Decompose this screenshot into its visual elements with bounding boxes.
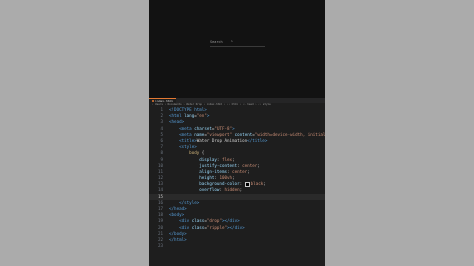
code-token: "en": [196, 113, 207, 119]
code-token: ></div>: [221, 218, 240, 224]
code-token: 100vh: [219, 175, 233, 181]
code-line[interactable]: 23: [149, 243, 325, 249]
code-token: ;: [232, 175, 235, 181]
code-token: black: [250, 181, 264, 187]
code-token: <div: [179, 218, 192, 224]
code-token: class: [191, 218, 205, 224]
code-token: <style>: [179, 144, 197, 150]
html-file-icon: [152, 100, 154, 102]
code-token: flex: [221, 156, 233, 162]
code-token: center: [242, 162, 258, 168]
code-token: <head>: [169, 119, 185, 125]
code-token: lang: [184, 113, 195, 119]
code-token: "UTF-8": [214, 125, 233, 131]
code-token: >: [206, 113, 210, 119]
code-token: body: [189, 150, 200, 156]
code-token: </body>: [169, 230, 187, 236]
code-token: </head>: [169, 206, 187, 211]
code-token: height: [199, 175, 215, 181]
code-token: </title>: [247, 137, 268, 143]
code-token: <title>: [179, 137, 197, 143]
code-token: {: [199, 150, 205, 156]
code-token: Water Drop Animation: [196, 137, 248, 143]
code-token: "width=device-width, initial: [254, 131, 325, 137]
code-token: <!DOCTYPE html>: [169, 107, 207, 112]
code-token: display: [199, 156, 217, 162]
code-token: charset: [194, 125, 212, 131]
code-token: "viewport": [206, 131, 233, 137]
code-token: ;: [232, 156, 235, 162]
code-token: background-color: [199, 181, 240, 187]
code-token: "drop": [206, 218, 222, 224]
mouse-cursor-icon: ⌃: [230, 40, 233, 44]
color-swatch-icon[interactable]: [244, 181, 250, 187]
phone-recording-frame: Search ⌃ index.html ‹ Users › Documents …: [149, 0, 325, 266]
code-token: name: [194, 131, 205, 137]
code-token: ></div>: [227, 224, 245, 230]
code-token: <div: [179, 224, 192, 230]
code-token: </html>: [169, 236, 187, 242]
code-token: class: [191, 224, 205, 230]
code-token: <meta: [179, 131, 195, 137]
code-token: ;: [257, 162, 260, 168]
line-number: 23: [157, 243, 163, 249]
search-label: Search: [210, 40, 223, 44]
search-input[interactable]: Search ⌃: [210, 38, 265, 47]
code-token: justify-content: [199, 162, 238, 168]
code-token: </style>: [179, 199, 200, 205]
code-editor[interactable]: 1 <!DOCTYPE html> 2 <html lang="en"> 3 <head>…: [149, 107, 325, 266]
code-token: "ripple": [206, 224, 228, 230]
browser-preview-area: Search ⌃: [149, 0, 325, 98]
code-token: center: [232, 168, 248, 174]
code-token: <body>: [169, 212, 185, 218]
code-token: hidden: [224, 187, 240, 193]
code-token: overflow: [199, 187, 220, 193]
code-token: ;: [239, 187, 243, 193]
code-token: <meta: [179, 125, 195, 131]
code-token: >: [232, 125, 235, 131]
code-token: content: [234, 131, 253, 137]
code-token: align-items: [199, 168, 227, 174]
code-token: ;: [247, 168, 250, 174]
code-token: <html: [169, 113, 185, 119]
code-token: ;: [263, 181, 266, 187]
